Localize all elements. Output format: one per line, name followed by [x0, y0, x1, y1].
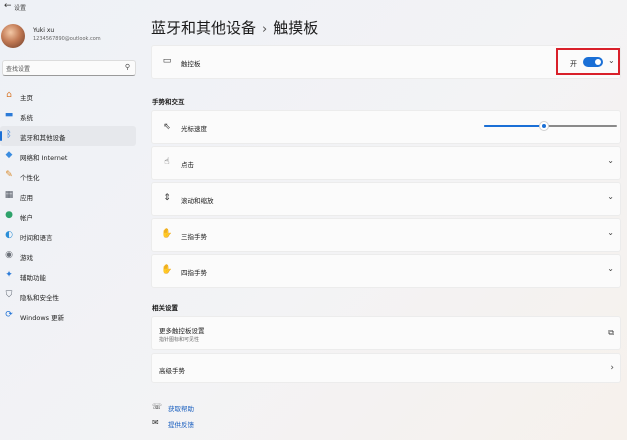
- touchpad-toggle[interactable]: [583, 57, 603, 67]
- wifi-icon: ◆: [5, 150, 13, 160]
- pointer-speed-card: ⇖ 光标速度: [151, 110, 621, 144]
- shield-icon: ⛉: [5, 290, 13, 300]
- gesture-card[interactable]: ✋ 三指手势 ⌄: [151, 218, 621, 252]
- external-link-icon: ⧉: [608, 328, 614, 337]
- sidebar-item[interactable]: ᛒ 蓝牙和其他设备: [0, 126, 136, 146]
- sidebar-item-label: 系统: [20, 114, 33, 122]
- chevron-right-icon: ›: [610, 363, 614, 373]
- sidebar-item[interactable]: ◐ 时间和语言: [0, 226, 136, 246]
- touchpad-icon: ▭: [162, 56, 172, 66]
- sidebar-item[interactable]: ● 帐户: [0, 206, 136, 226]
- feedback-link[interactable]: 提供反馈: [168, 419, 194, 429]
- touchpad-toggle-highlight: 开 ⌄: [556, 48, 620, 75]
- sidebar-item[interactable]: ⌂ 主页: [0, 86, 136, 106]
- sidebar-item-label: 个性化: [20, 174, 40, 182]
- update-icon: ⟳: [5, 310, 13, 320]
- pointer-speed-label: 光标速度: [181, 125, 207, 133]
- sidebar-item-label: 网络和 Internet: [20, 154, 68, 162]
- chevron-down-icon: ⌄: [607, 156, 614, 165]
- touchpad-label: 触控板: [181, 60, 201, 68]
- toggle-knob: [595, 59, 601, 65]
- profile-email: 1234567890@outlook.com: [33, 36, 101, 42]
- help-icon: ☏: [152, 402, 163, 411]
- account-icon: ●: [5, 210, 13, 220]
- breadcrumb-parent[interactable]: 蓝牙和其他设备: [151, 19, 256, 37]
- gamepad-icon: ◉: [5, 250, 13, 260]
- user-profile[interactable]: Yuki xu 1234567890@outlook.com: [0, 20, 140, 54]
- more-touchpad-settings[interactable]: 更多触控板设置 指针图标和可见性 ⧉: [151, 316, 621, 350]
- gestures-section-title: 手势和交互: [152, 98, 185, 106]
- cursor-icon: ⇖: [163, 122, 171, 132]
- more-touchpad-settings-sub: 指针图标和可见性: [159, 337, 200, 343]
- sidebar-item-label: 帐户: [20, 214, 33, 222]
- gesture-label: 四指手势: [181, 269, 207, 277]
- tap-icon: ☝: [164, 157, 170, 167]
- gesture-label: 三指手势: [181, 233, 207, 241]
- sidebar-item[interactable]: ⟳ Windows 更新: [0, 306, 136, 326]
- sidebar-item[interactable]: ▦ 应用: [0, 186, 136, 206]
- advanced-gestures[interactable]: 高级手势 ›: [151, 353, 621, 383]
- sidebar-item[interactable]: ✦ 辅助功能: [0, 266, 136, 286]
- advanced-gestures-label: 高级手势: [159, 367, 185, 375]
- app-title: 设置: [14, 5, 27, 12]
- search-input[interactable]: 查找设置 ⚲: [2, 60, 136, 76]
- bluetooth-icon: ᛒ: [6, 130, 12, 140]
- gesture-label: 滚动和缩放: [181, 197, 214, 205]
- globe-icon: ◐: [5, 230, 13, 240]
- search-placeholder: 查找设置: [6, 66, 31, 73]
- sidebar-item[interactable]: ◆ 网络和 Internet: [0, 146, 136, 166]
- avatar: [1, 24, 25, 48]
- touchpad-card[interactable]: ▭ 触控板: [151, 45, 621, 79]
- sidebar-item-label: 主页: [20, 94, 33, 102]
- sidebar-nav: ⌂ 主页 ▬ 系统 ᛒ 蓝牙和其他设备 ◆ 网络和 Internet ✎ 个性化 ▦ 应用 ● 帐户 ◐ 时间…: [0, 86, 140, 326]
- gesture-card[interactable]: ⇕ 滚动和缩放 ⌄: [151, 182, 621, 216]
- get-help-link[interactable]: 获取帮助: [168, 403, 194, 413]
- sidebar-item-label: 应用: [20, 194, 33, 202]
- four-finger-icon: ✋: [161, 265, 173, 275]
- home-icon: ⌂: [6, 90, 12, 100]
- monitor-icon: ▬: [4, 110, 14, 120]
- apps-icon: ▦: [4, 190, 14, 200]
- sidebar-item-label: 隐私和安全性: [20, 294, 59, 302]
- sidebar-item-label: 游戏: [20, 254, 33, 262]
- scroll-icon: ⇕: [163, 193, 171, 203]
- title-bar: ← 设置: [0, 0, 627, 14]
- gesture-label: 点击: [181, 161, 194, 169]
- sidebar-item-label: 时间和语言: [20, 234, 53, 242]
- more-touchpad-settings-label: 更多触控板设置: [159, 327, 205, 335]
- sidebar-item[interactable]: ▬ 系统: [0, 106, 136, 126]
- related-section-title: 相关设置: [152, 304, 178, 312]
- gesture-card[interactable]: ☝ 点击 ⌄: [151, 146, 621, 180]
- three-finger-icon: ✋: [161, 229, 173, 239]
- breadcrumb: 蓝牙和其他设备 › 触摸板: [151, 17, 318, 38]
- back-arrow-icon[interactable]: ←: [4, 1, 12, 11]
- chevron-down-icon: ⌄: [607, 228, 614, 237]
- sidebar-item-label: 蓝牙和其他设备: [20, 134, 66, 142]
- chevron-down-icon: ⌄: [607, 192, 614, 201]
- sidebar-item-label: Windows 更新: [20, 314, 65, 322]
- pointer-speed-slider[interactable]: [484, 122, 617, 130]
- sidebar-item[interactable]: ◉ 游戏: [0, 246, 136, 266]
- slider-fill: [484, 125, 544, 127]
- page-title: 触摸板: [273, 19, 319, 37]
- gesture-card[interactable]: ✋ 四指手势 ⌄: [151, 254, 621, 288]
- chevron-down-icon: ⌄: [607, 264, 614, 273]
- search-icon: ⚲: [124, 63, 130, 71]
- slider-thumb[interactable]: [539, 122, 548, 130]
- chevron-down-icon[interactable]: ⌄: [608, 56, 615, 65]
- toggle-state-label: 开: [570, 60, 577, 68]
- sidebar-item[interactable]: ⛉ 隐私和安全性: [0, 286, 136, 306]
- sidebar-item-label: 辅助功能: [20, 274, 46, 282]
- breadcrumb-separator: ›: [262, 22, 268, 37]
- accessibility-icon: ✦: [5, 270, 13, 280]
- sidebar-item[interactable]: ✎ 个性化: [0, 166, 136, 186]
- profile-name: Yuki xu: [33, 27, 55, 34]
- brush-icon: ✎: [5, 170, 13, 180]
- feedback-icon: ✉: [152, 418, 159, 427]
